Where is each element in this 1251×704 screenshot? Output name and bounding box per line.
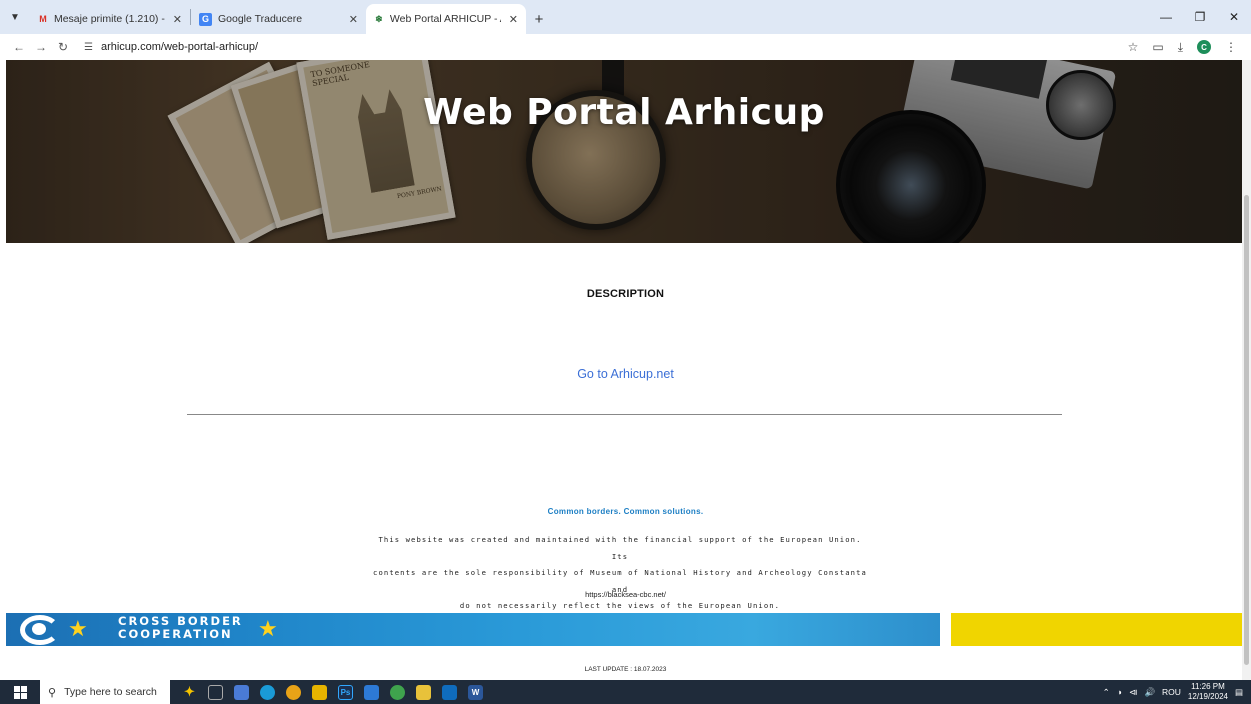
web-page: TO SOMEONE SPECIAL PONY BROWN Web Portal… xyxy=(0,60,1251,680)
banner-line: COOPERATION xyxy=(118,627,233,641)
tab-close-icon[interactable]: ✕ xyxy=(341,13,358,26)
yellow-banner-block xyxy=(951,613,1242,646)
photos-icon[interactable] xyxy=(364,684,379,700)
arhicup-icon: ❄ xyxy=(375,13,383,24)
browser-tab-bar: ▼ M Mesaje primite (1.210) - ctalma ✕ G … xyxy=(0,0,1251,34)
address-bar[interactable]: ☰ arhicup.com/web-portal-arhicup/ xyxy=(80,36,1110,58)
network-icon[interactable]: ◑ xyxy=(1117,687,1122,697)
windows-taskbar: ⚲ Type here to search ✦ Ps W ⌃ ◑ ⧏ 🔊 ROU… xyxy=(0,680,1251,704)
window-controls: — ❐ ✕ xyxy=(1149,0,1251,34)
downloads-icon[interactable]: ⤓ xyxy=(1178,40,1183,55)
banner-text: CROSS BORDER COOPERATION xyxy=(118,615,243,641)
taskbar-search-box[interactable]: ⚲ Type here to search xyxy=(40,680,170,704)
tab-close-icon[interactable]: ✕ xyxy=(501,13,518,26)
bookmark-star-icon[interactable]: ☆ xyxy=(1128,40,1139,54)
reload-icon[interactable]: ↻ xyxy=(52,40,74,54)
extensions-icon[interactable]: ▭ xyxy=(1152,40,1163,54)
sparkle-icon[interactable]: ✦ xyxy=(182,684,197,700)
go-to-arhicup-link[interactable]: Go to Arhicup.net xyxy=(0,367,1251,381)
hero-overlay xyxy=(6,60,1242,243)
page-scrollbar[interactable] xyxy=(1242,60,1251,680)
language-indicator[interactable]: ROU xyxy=(1162,687,1181,697)
wifi-icon[interactable]: ⧏ xyxy=(1129,687,1138,698)
disclaimer-line: This website was created and maintained … xyxy=(378,535,862,561)
profile-avatar[interactable]: C xyxy=(1197,40,1211,54)
tab-title: Google Traducere xyxy=(218,13,303,25)
photoshop-icon[interactable]: Ps xyxy=(338,684,353,700)
chrome-alt-icon[interactable] xyxy=(390,684,405,700)
clock-time: 11:26 PM xyxy=(1191,682,1225,691)
file-explorer-icon[interactable] xyxy=(312,684,327,700)
tab-title: Web Portal ARHICUP - Arhicup xyxy=(389,13,501,25)
browser-toolbar: ← → ↻ ☰ arhicup.com/web-portal-arhicup/ … xyxy=(0,34,1251,60)
clock[interactable]: 11:26 PM 12/19/2024 xyxy=(1188,682,1228,702)
toolbar-actions: ☆ ▭ ⤓ C ⋮ xyxy=(1128,40,1243,55)
close-window-icon[interactable]: ✕ xyxy=(1217,10,1251,24)
swirl-logo-core xyxy=(32,623,46,635)
url-text: arhicup.com/web-portal-arhicup/ xyxy=(100,41,259,53)
word-icon[interactable]: W xyxy=(468,684,483,700)
forward-arrow-icon[interactable]: → xyxy=(30,40,52,54)
taskbar-apps: ✦ Ps W xyxy=(182,684,483,700)
tab-title: Mesaje primite (1.210) - ctalma xyxy=(53,13,165,25)
minimize-icon[interactable]: — xyxy=(1149,10,1183,24)
blacksea-cbc-url[interactable]: https://blacksea-cbc.net/ xyxy=(0,590,1251,599)
tab-web-portal-arhicup[interactable]: ❄ Web Portal ARHICUP - Arhicup ✕ xyxy=(366,4,526,34)
tab-gmail[interactable]: M Mesaje primite (1.210) - ctalma ✕ xyxy=(30,4,190,34)
menu-kebab-icon[interactable]: ⋮ xyxy=(1225,40,1237,54)
eu-disclaimer: This website was created and maintained … xyxy=(370,532,870,615)
system-tray: ⌃ ◑ ⧏ 🔊 ROU 11:26 PM 12/19/2024 ▤ xyxy=(1103,682,1251,702)
last-update-text: LAST UPDATE : 18.07.2023 xyxy=(584,666,667,673)
back-arrow-icon[interactable]: ← xyxy=(8,40,30,54)
copilot-icon[interactable] xyxy=(234,684,249,700)
restore-icon[interactable]: ❐ xyxy=(1183,10,1217,24)
description-heading: DESCRIPTION xyxy=(586,288,665,300)
calendar-icon[interactable] xyxy=(416,684,431,700)
outlook-icon[interactable] xyxy=(442,684,457,700)
clock-date: 12/19/2024 xyxy=(1187,692,1228,701)
edge-icon[interactable] xyxy=(260,684,275,700)
search-icon: ⚲ xyxy=(48,686,57,699)
search-placeholder: Type here to search xyxy=(64,686,157,698)
scrollbar-thumb[interactable] xyxy=(1244,195,1249,665)
star-icon: ★ xyxy=(258,616,278,641)
notifications-icon[interactable]: ▤ xyxy=(1235,687,1243,698)
tab-close-icon[interactable]: ✕ xyxy=(165,13,182,26)
volume-icon[interactable]: 🔊 xyxy=(1144,687,1155,698)
tab-search-chevron-icon[interactable]: ▼ xyxy=(0,0,30,34)
star-icon: ★ xyxy=(68,616,88,641)
translate-icon: G xyxy=(199,12,212,26)
footer-slogan: Common borders. Common solutions. xyxy=(547,507,704,516)
page-title: Web Portal Arhicup xyxy=(423,92,825,133)
chrome-icon[interactable] xyxy=(286,684,301,700)
divider xyxy=(187,414,1062,415)
site-info-icon[interactable]: ☰ xyxy=(84,42,93,53)
new-tab-button[interactable]: + xyxy=(526,4,552,34)
gmail-icon: M xyxy=(39,14,47,24)
chevron-up-icon[interactable]: ⌃ xyxy=(1103,687,1110,698)
tab-google-translate[interactable]: G Google Traducere ✕ xyxy=(191,4,366,34)
hero-banner: TO SOMEONE SPECIAL PONY BROWN Web Portal… xyxy=(6,60,1242,243)
windows-start-icon[interactable] xyxy=(0,680,40,704)
task-view-icon[interactable] xyxy=(208,684,223,700)
cross-border-cooperation-banner: ★ CROSS BORDER COOPERATION ★ xyxy=(6,613,940,646)
